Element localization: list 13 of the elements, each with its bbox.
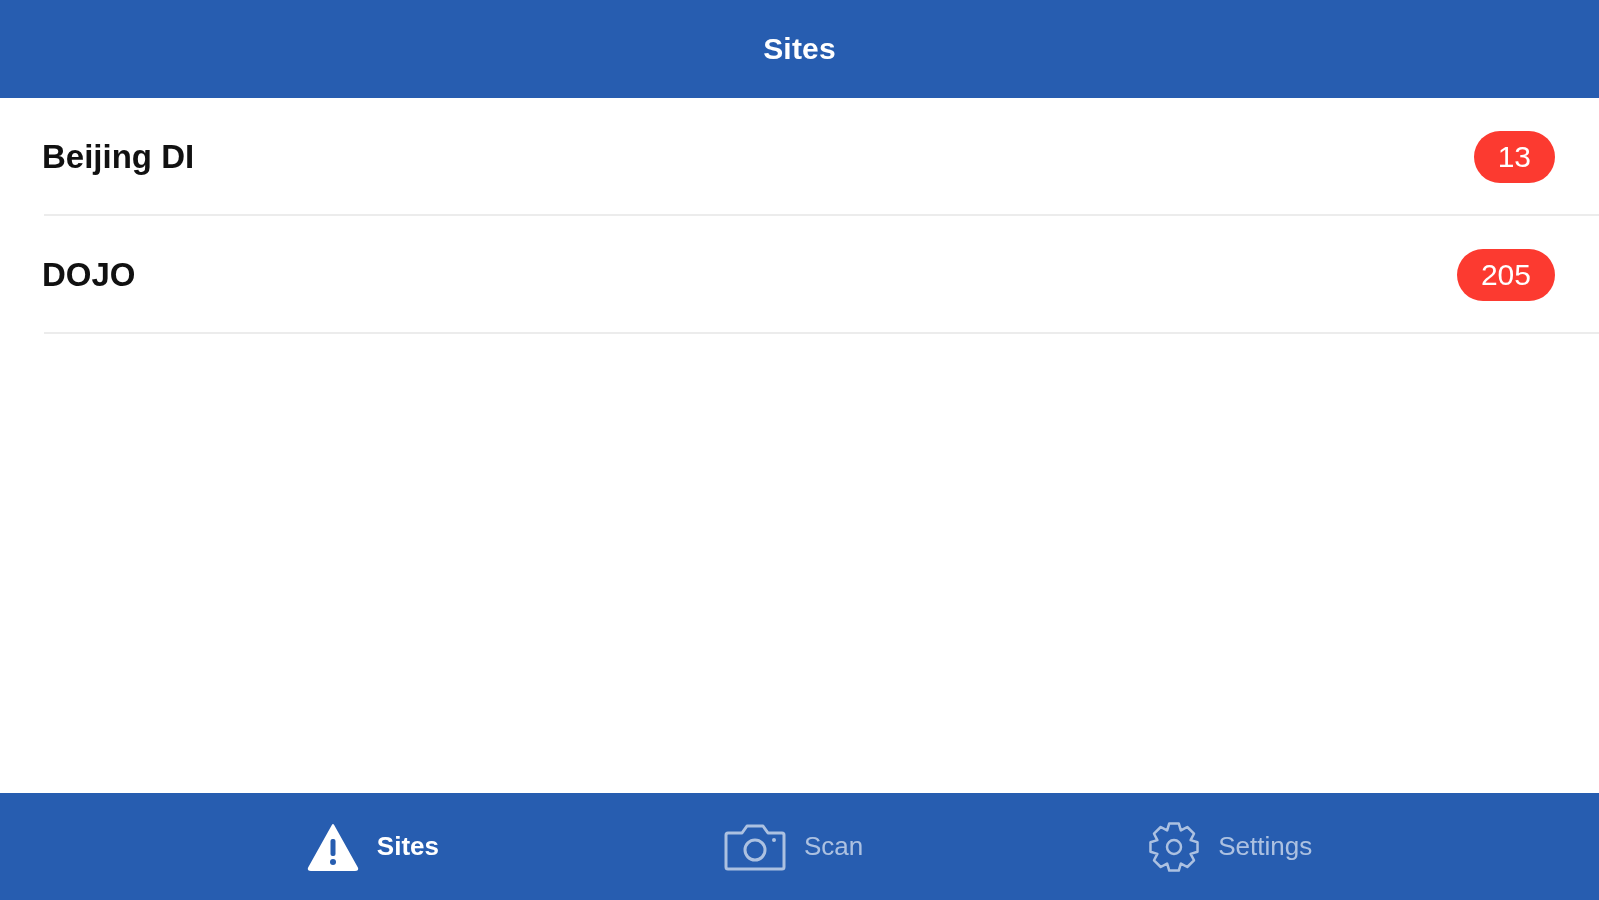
tab[interactable]: Scan [723,822,864,871]
tab[interactable]: Sites [306,822,439,871]
tab[interactable]: Settings [1148,820,1313,873]
count-badge: 205 [1456,249,1555,301]
warning-triangle-icon [306,822,359,871]
count-badge: 13 [1473,131,1555,183]
camera-icon [723,822,786,871]
site-name: Beijing DI [42,138,195,176]
page-title: Sites [763,32,836,66]
gear-icon [1148,820,1201,873]
site-name: DOJO [42,256,136,294]
site-row[interactable]: Beijing DI 13 [0,98,1599,216]
site-row[interactable]: DOJO 205 [0,216,1599,334]
